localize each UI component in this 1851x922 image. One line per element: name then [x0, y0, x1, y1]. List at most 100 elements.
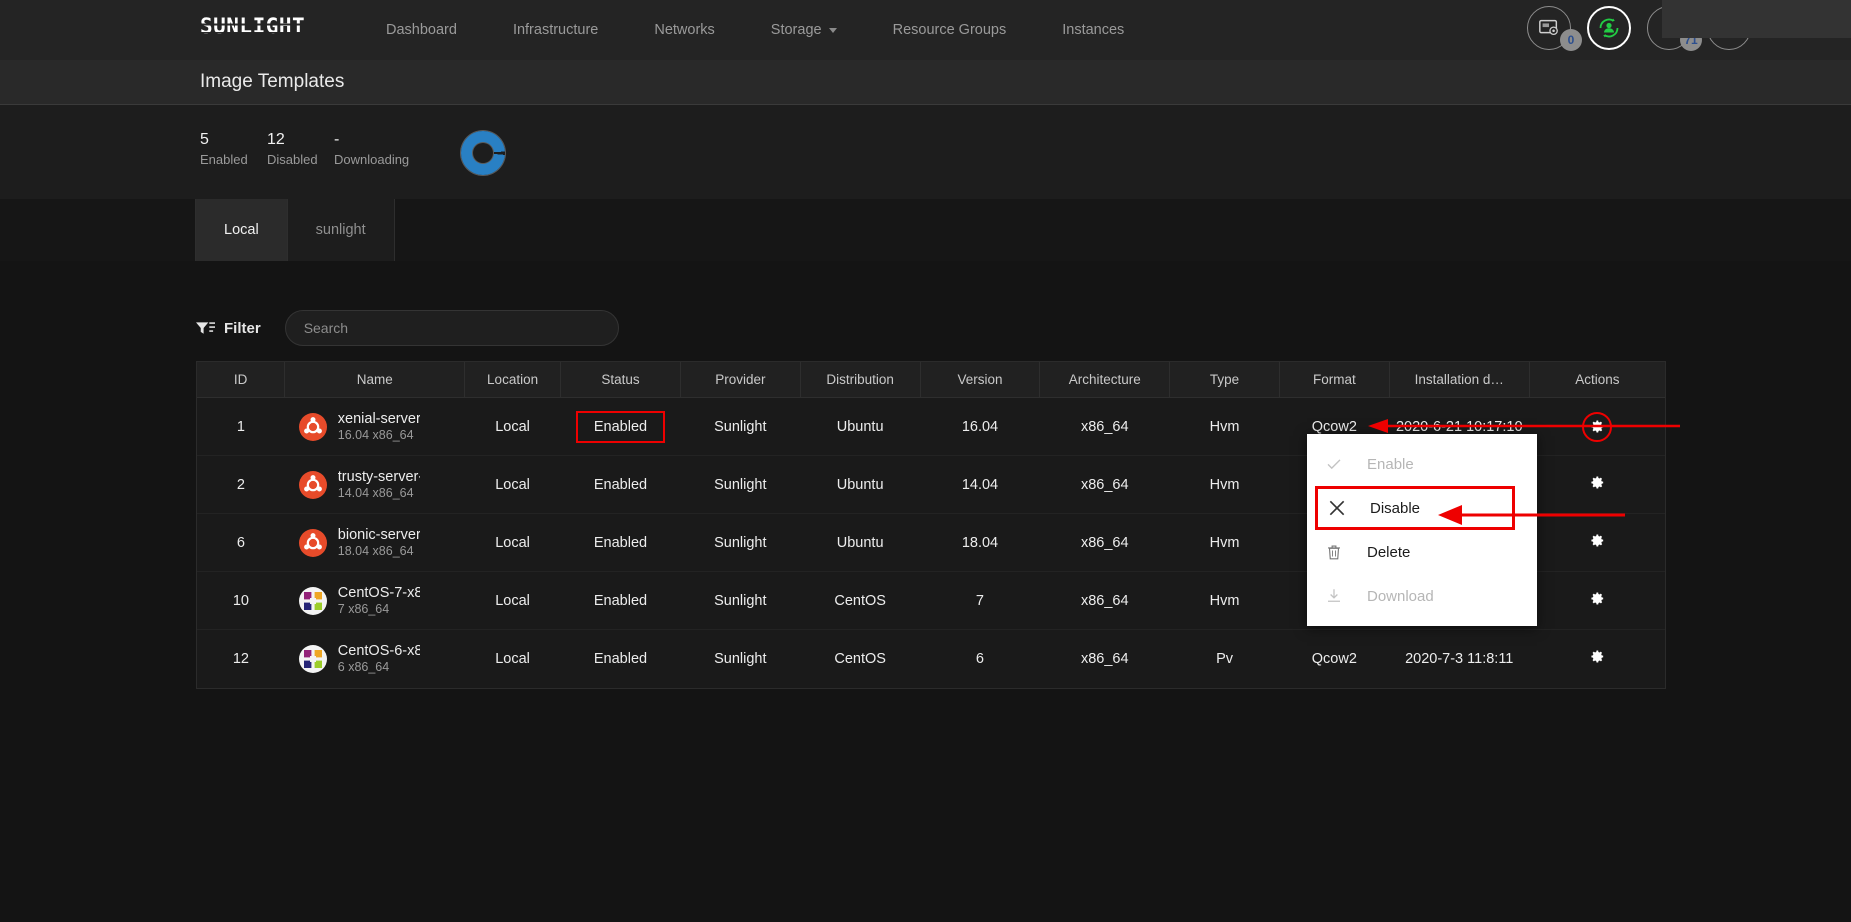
nav-item-instances[interactable]: Instances	[1034, 22, 1152, 38]
status-badge: Enabled	[593, 534, 648, 551]
name-text: bionic-server-c 18.04 x86_64	[338, 527, 420, 559]
user-sync-icon-button[interactable]	[1587, 6, 1631, 50]
name-text: xenial-server-c 16.04 x86_64	[338, 411, 420, 443]
col-name[interactable]: Name	[284, 362, 466, 398]
table-toolbar: Filter	[196, 310, 619, 346]
page-header: Image Templates	[0, 60, 1851, 105]
context-menu-label: Disable	[1370, 499, 1421, 517]
cell-type: Hvm	[1169, 397, 1280, 456]
col-provider[interactable]: Provider	[680, 362, 801, 398]
row-actions-gear-button[interactable]	[1589, 648, 1606, 665]
page-title: Image Templates	[200, 71, 345, 92]
col-status[interactable]: Status	[560, 362, 681, 398]
gear-icon	[1591, 592, 1603, 605]
ubuntu-logo-icon	[298, 470, 327, 499]
col-architecture[interactable]: Architecture	[1039, 362, 1171, 398]
top-right-overlay-panel	[1662, 0, 1851, 38]
main-nav-links: Dashboard Infrastructure Networks Storag…	[358, 0, 1152, 60]
cell-id: 2	[197, 455, 285, 514]
cell-type: Pv	[1216, 650, 1234, 667]
name-wrapper: bionic-server-c 18.04 x86_64	[298, 527, 461, 559]
template-subtitle: 14.04 x86_64	[337, 485, 414, 500]
status-badge: Enabled	[593, 592, 648, 609]
search-input[interactable]	[284, 310, 619, 346]
cell-version: 18.04	[920, 513, 1040, 572]
stat-value: 5	[200, 131, 209, 148]
nav-item-networks[interactable]: Networks	[626, 22, 742, 38]
nav-label: Resource Groups	[892, 22, 1007, 38]
cell-provider: Sunlight	[680, 455, 801, 514]
table-row[interactable]: 12 CentOS-6-x8 6 x86_64 Local Enabled Su…	[197, 630, 1665, 688]
stat-enabled: 5 Enabled	[200, 129, 267, 169]
template-name: CentOS-6-x86_	[337, 642, 420, 659]
cell-actions	[1529, 630, 1665, 688]
cell-version: 6	[975, 650, 984, 667]
col-id[interactable]: ID	[197, 362, 286, 398]
cell-name: CentOS-7-x86_ 7 x86_64	[284, 571, 465, 630]
nav-label: Storage	[770, 22, 822, 38]
vm-console-icon-button[interactable]: 0	[1527, 6, 1582, 51]
nav-label: Instances	[1062, 22, 1125, 38]
stat-label: Enabled	[200, 152, 248, 167]
col-format[interactable]: Format	[1279, 362, 1390, 398]
cell-location: Local	[464, 571, 561, 630]
template-subtitle: 6 x86_64	[337, 659, 390, 674]
cell-location: Local	[495, 650, 530, 667]
col-distribution[interactable]: Distribution	[800, 362, 921, 398]
cell-name: xenial-server-c 16.04 x86_64	[284, 397, 465, 456]
stat-value: 12	[267, 131, 285, 148]
download-icon	[1323, 587, 1345, 605]
vm-console-badge: 0	[1560, 29, 1582, 51]
col-type[interactable]: Type	[1169, 362, 1280, 398]
table-header-row: ID Name Location Status Provider Distrib…	[197, 362, 1665, 398]
status-badge: Enabled	[593, 650, 648, 667]
top-navigation-bar: SUNLIGHT Dashboard Infrastructure Networ…	[0, 0, 1851, 60]
nav-item-resource-groups[interactable]: Resource Groups	[865, 22, 1035, 38]
cell-name: CentOS-6-x86_ 6 x86_64	[285, 630, 465, 688]
filter-icon	[196, 321, 215, 334]
chevron-down-icon	[828, 27, 837, 33]
cell-distribution: CentOS	[834, 650, 886, 667]
row-actions-gear-button[interactable]	[1589, 474, 1606, 491]
cell-provider: Sunlight	[680, 513, 801, 572]
status-badge: Enabled	[593, 476, 648, 493]
col-version[interactable]: Version	[920, 362, 1041, 398]
ubuntu-logo-icon	[298, 528, 327, 557]
stat-label: Downloading	[334, 152, 410, 167]
tab-sunlight[interactable]: sunlight	[286, 199, 395, 261]
cell-name: trusty-server-c 14.04 x86_64	[284, 455, 465, 514]
tab-local[interactable]: Local	[195, 199, 288, 261]
nav-item-infrastructure[interactable]: Infrastructure	[485, 22, 626, 38]
content-area: Filter ID Name Location Status Provider …	[0, 261, 1851, 922]
app-logo[interactable]: SUNLIGHT	[200, 14, 305, 38]
tab-bar: Local sunlight	[0, 199, 1851, 261]
stat-group: 5 Enabled 12 Disabled - Downloading	[200, 129, 505, 175]
filter-button[interactable]: Filter	[196, 320, 261, 337]
col-location[interactable]: Location	[464, 362, 562, 398]
annotation-arrow-to-disable	[1438, 505, 1625, 525]
col-actions[interactable]: Actions	[1529, 362, 1665, 398]
cell-architecture: x86_64	[1080, 650, 1129, 667]
template-name: trusty-server-c	[337, 468, 420, 485]
cell-distribution: Ubuntu	[800, 455, 921, 514]
cell-type: Hvm	[1169, 571, 1280, 630]
centos-logo-icon	[298, 644, 327, 673]
name-text: CentOS-6-x86_ 6 x86_64	[338, 643, 420, 675]
cell-architecture: x86_64	[1039, 571, 1170, 630]
name-text: trusty-server-c 14.04 x86_64	[338, 469, 420, 501]
cell-installation-date: 2020-7-3 11:8:11	[1405, 650, 1514, 667]
row-actions-gear-button[interactable]	[1589, 590, 1606, 607]
donut-ring	[461, 131, 505, 175]
col-installation-date[interactable]: Installation d…	[1389, 362, 1530, 398]
cell-provider: Sunlight	[680, 571, 801, 630]
stats-strip: 5 Enabled 12 Disabled - Downloading	[0, 105, 1851, 199]
nav-item-dashboard[interactable]: Dashboard	[358, 22, 485, 38]
cell-location: Local	[464, 397, 561, 456]
x-icon	[1326, 498, 1348, 518]
table-header: ID Name Location Status Provider Distrib…	[197, 362, 1665, 398]
status-badge: Enabled	[575, 410, 666, 443]
cell-distribution: Ubuntu	[800, 513, 921, 572]
nav-item-storage[interactable]: Storage	[743, 22, 865, 38]
cell-id: 1	[197, 397, 285, 456]
cell-distribution: CentOS	[800, 571, 921, 630]
